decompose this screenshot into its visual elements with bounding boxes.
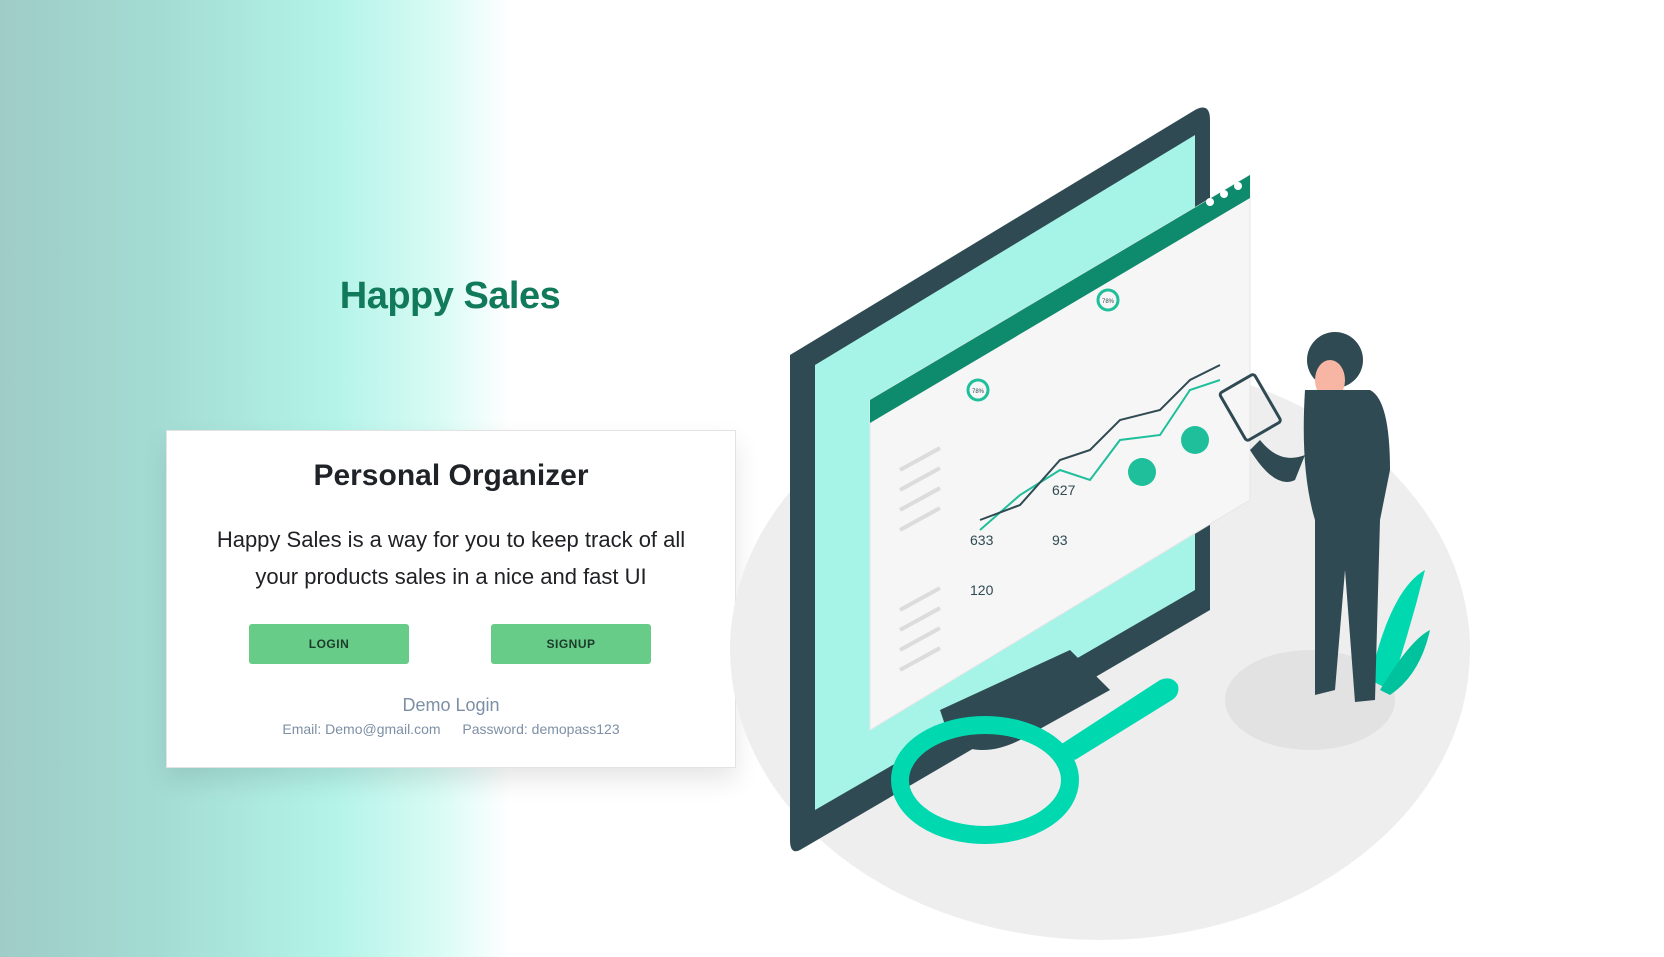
card-title: Personal Organizer xyxy=(313,459,589,492)
demo-password: Password: demopass123 xyxy=(462,721,620,737)
signup-button[interactable]: SIGNUP xyxy=(491,624,651,664)
demo-credentials: Email: Demo@gmail.com Password: demopass… xyxy=(167,721,735,737)
window-dot-icon xyxy=(1206,198,1214,206)
card-description: Happy Sales is a way for you to keep tra… xyxy=(216,527,686,589)
pie-chart xyxy=(1128,458,1156,486)
window-dot-icon xyxy=(1220,190,1228,198)
pie-chart xyxy=(1181,426,1209,454)
stat-label: 93 xyxy=(1052,532,1068,548)
stat-label: 120 xyxy=(970,582,994,598)
gauge-label: 78% xyxy=(1102,299,1115,305)
window-dot-icon xyxy=(1234,182,1242,190)
stat-label: 627 xyxy=(1052,482,1076,498)
demo-login-title: Demo Login xyxy=(402,695,500,715)
dashboard-illustration: 78% 78% 627 633 93 120 xyxy=(730,107,1470,940)
stat-label: 633 xyxy=(970,532,994,548)
login-button[interactable]: LOGIN xyxy=(249,624,409,664)
gauge-label: 78% xyxy=(972,389,985,395)
brand-title: Happy Sales xyxy=(339,275,561,317)
person-body xyxy=(1303,390,1390,520)
login-card: Personal Organizer Happy Sales is a way … xyxy=(166,430,736,768)
demo-email: Email: Demo@gmail.com xyxy=(282,721,441,737)
